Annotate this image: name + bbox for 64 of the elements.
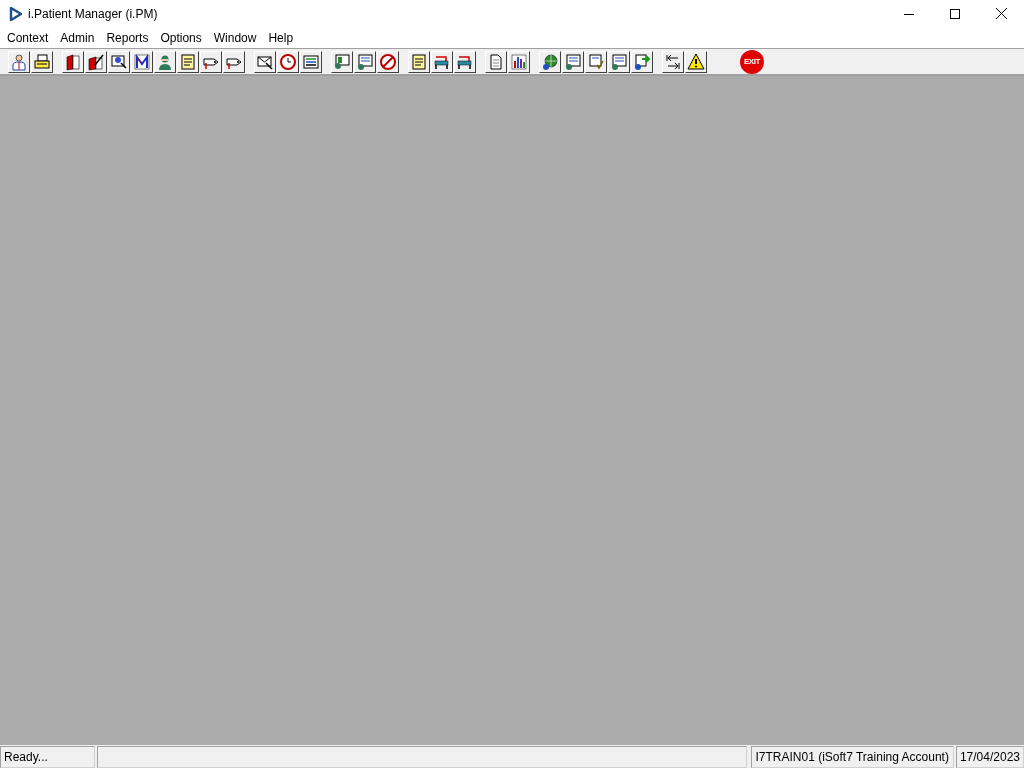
list-window-icon: [302, 52, 320, 71]
toolbar-button[interactable]: [354, 50, 376, 73]
toolbar-button[interactable]: [377, 50, 399, 73]
clock-icon: [279, 52, 297, 71]
app-logo-icon: [9, 6, 22, 21]
toolbar-button[interactable]: [431, 50, 453, 73]
toolbar-button[interactable]: [331, 50, 353, 73]
transfer-icon: [633, 52, 651, 71]
toolbar-button[interactable]: [85, 50, 107, 73]
printer-icon: [33, 52, 51, 71]
toolbar-button[interactable]: [608, 50, 630, 73]
exit-button[interactable]: EXIT: [740, 49, 764, 74]
form-icon: [610, 52, 628, 71]
toolbar-button[interactable]: [8, 50, 30, 73]
menu-item[interactable]: Admin: [54, 27, 101, 48]
toolbar-button[interactable]: [62, 50, 84, 73]
document-icon: [487, 52, 505, 71]
toolbar-button[interactable]: [300, 50, 322, 73]
globe-icon: [541, 52, 559, 71]
toolbar-button[interactable]: [277, 50, 299, 73]
toolbar-button[interactable]: [454, 50, 476, 73]
toolbar-button[interactable]: [223, 50, 245, 73]
notepad-icon: [179, 52, 197, 71]
arrows-icon: [664, 52, 682, 71]
status-user: I7TRAIN01 (iSoft7 Training Account): [750, 746, 954, 768]
toolbar-button[interactable]: [408, 50, 430, 73]
toolbar-button[interactable]: [585, 50, 607, 73]
status-date: 17/04/2023: [955, 746, 1024, 768]
warning-icon: [687, 52, 705, 71]
toolbar-button[interactable]: [562, 50, 584, 73]
menu-item[interactable]: Reports: [100, 27, 155, 48]
toolbar-button[interactable]: [485, 50, 507, 73]
toolbar-button[interactable]: [508, 50, 530, 73]
pencil-page-icon: [87, 52, 105, 71]
form-icon: [356, 52, 374, 71]
toolbar-button[interactable]: [31, 50, 53, 73]
m-letter-icon: [133, 52, 151, 71]
notepad-icon: [410, 52, 428, 71]
window-title: i.Patient Manager (i.PM): [28, 5, 158, 23]
menu-item[interactable]: Context: [1, 27, 55, 48]
monitor-icon: [333, 52, 351, 71]
book-icon: [64, 52, 82, 71]
status-message: Ready...: [0, 746, 96, 768]
maximize-icon: [950, 8, 960, 19]
toolbar-button[interactable]: [108, 50, 130, 73]
menu-item[interactable]: Options: [154, 27, 208, 48]
toolbar-button[interactable]: [539, 50, 561, 73]
toolbar-button[interactable]: [154, 50, 176, 73]
toolbar-button[interactable]: [131, 50, 153, 73]
toolbar-button[interactable]: [662, 50, 684, 73]
bar-chart-icon: [510, 52, 528, 71]
menu-item[interactable]: Help: [262, 27, 300, 48]
person-icon: [10, 52, 28, 71]
toolbar-button[interactable]: [177, 50, 199, 73]
check-form-icon: [587, 52, 605, 71]
magnifier-page-icon: [110, 52, 128, 71]
toolbar-button[interactable]: [200, 50, 222, 73]
no-sign-icon: [379, 52, 397, 71]
close-icon: [995, 8, 1007, 19]
toolbar-button[interactable]: [631, 50, 653, 73]
form-icon: [564, 52, 582, 71]
toolbar-button[interactable]: [254, 50, 276, 73]
toolbar-button[interactable]: [685, 50, 707, 73]
menu-item[interactable]: Window: [207, 27, 263, 48]
